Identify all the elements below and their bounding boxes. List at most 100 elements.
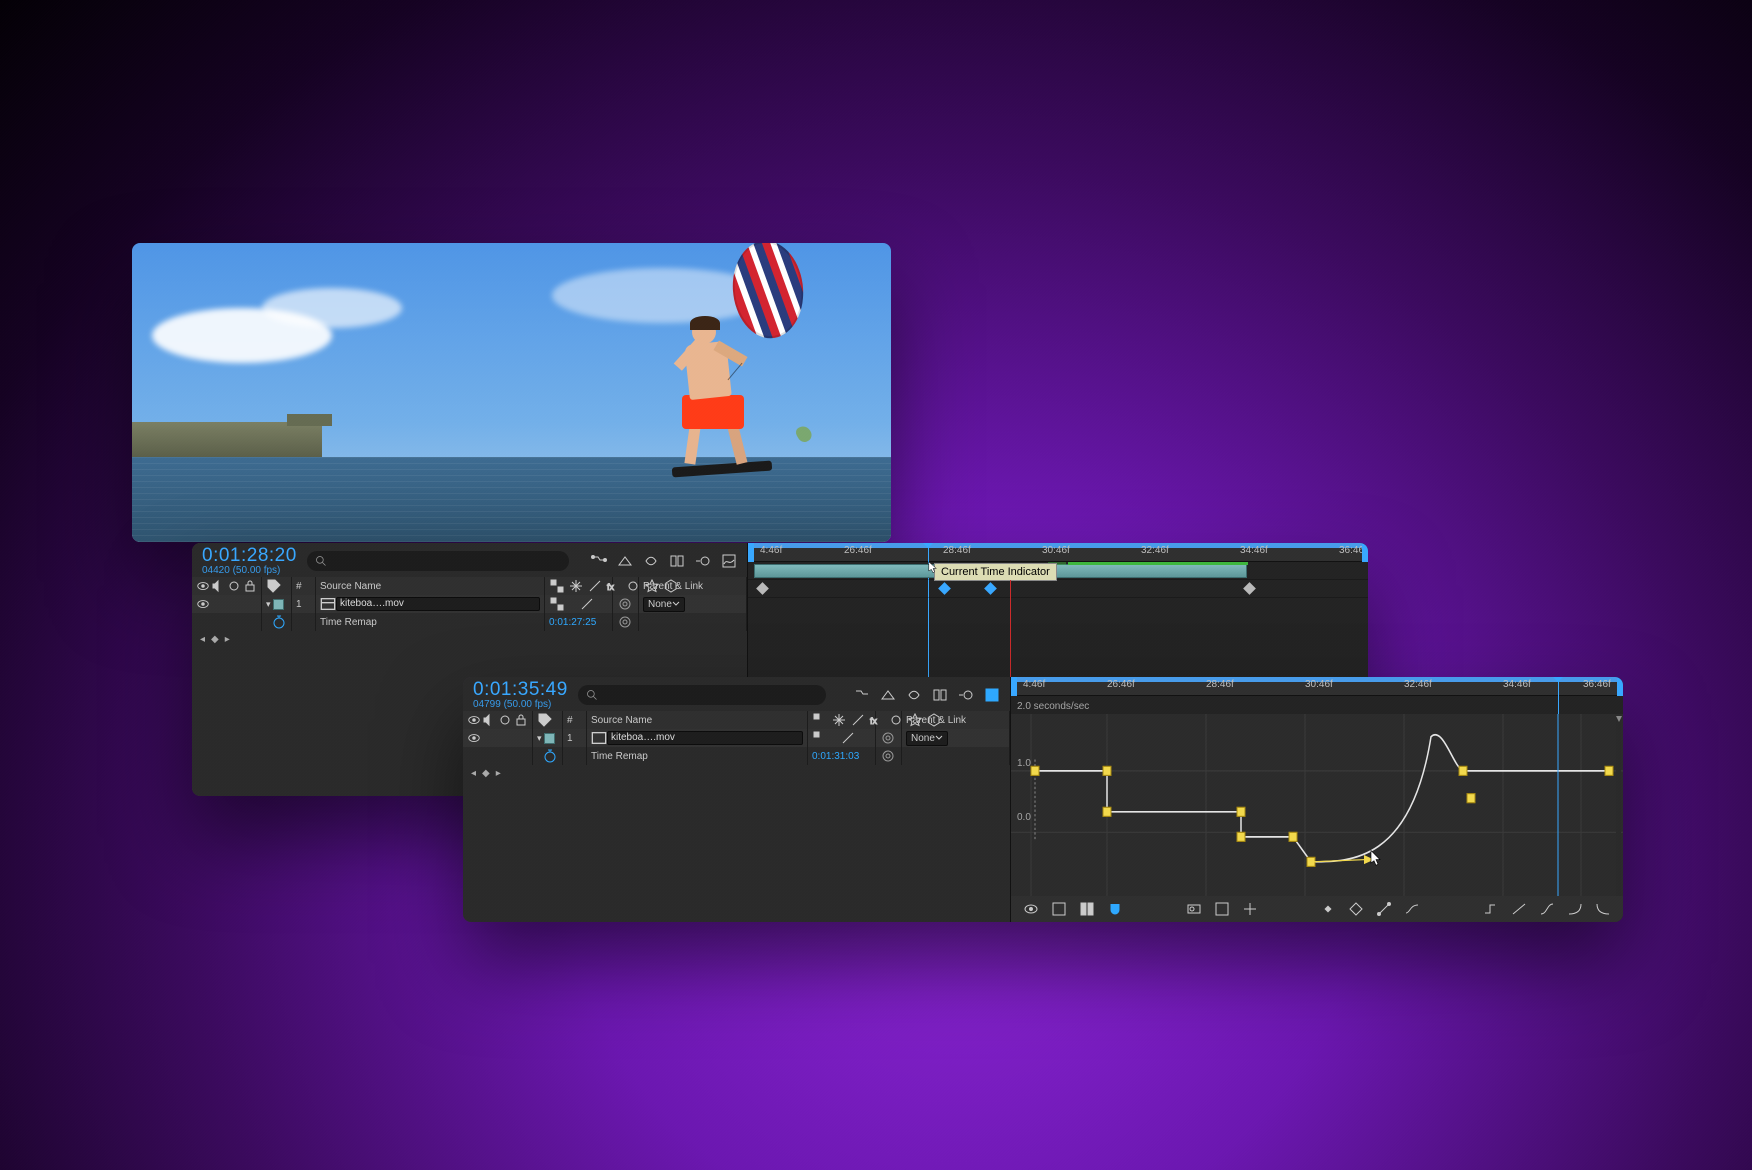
layer-row[interactable]: ▾ 1 kiteboa….mov None (192, 595, 747, 613)
transform-box-icon[interactable] (1376, 901, 1392, 917)
linear-interp-icon[interactable] (1511, 901, 1527, 917)
ruler-tick: 26:46f (1107, 679, 1135, 690)
speaker-icon[interactable] (210, 578, 226, 594)
layer-visible-toggle[interactable] (467, 730, 481, 746)
hold-interp-icon[interactable] (1483, 901, 1499, 917)
show-props-icon[interactable] (1023, 901, 1039, 917)
ease-in-icon[interactable] (1567, 901, 1583, 917)
draft3d-icon[interactable] (880, 687, 896, 703)
pickwhip-icon[interactable] (617, 596, 633, 612)
prev-keyframe[interactable]: ◂ (471, 768, 476, 779)
solo-icon[interactable] (497, 712, 513, 728)
chevron-down-icon (672, 600, 680, 608)
layer-quality-icon[interactable] (840, 730, 856, 746)
easy-ease-icon[interactable] (1404, 901, 1420, 917)
ruler-tick: 34:46f (1503, 679, 1531, 690)
time-ruler[interactable]: 4:46f 26:46f 28:46f 30:46f 32:46f 34:46f… (1011, 677, 1623, 696)
col-number: # (296, 581, 302, 592)
graph-toolbar (1011, 896, 1623, 922)
layer-track[interactable]: Current Time Indicator (748, 562, 1368, 580)
comp-flowchart-icon[interactable] (854, 687, 870, 703)
bezier-interp-icon[interactable] (1539, 901, 1555, 917)
label-icon[interactable] (537, 712, 553, 728)
footage-icon (320, 596, 336, 612)
layer-search[interactable] (578, 685, 826, 705)
layer-mode-icon[interactable] (812, 730, 828, 746)
label-icon[interactable] (266, 578, 282, 594)
time-ruler[interactable]: 4:46f 26:46f 28:46f 30:46f 32:46f 34:46f… (748, 543, 1368, 562)
layer-mode-normal-icon[interactable] (549, 596, 565, 612)
snap-icon[interactable] (1107, 901, 1123, 917)
next-keyframe[interactable]: ▸ (225, 634, 230, 645)
auto-zoom-icon[interactable] (1242, 901, 1258, 917)
keyframe-selected[interactable] (938, 582, 951, 595)
add-keyframe[interactable]: ◆ (211, 634, 219, 645)
comp-flowchart-icon[interactable] (591, 553, 607, 569)
link-icon[interactable] (880, 748, 896, 764)
property-row[interactable]: Time Remap 0:01:27:25 (192, 613, 747, 631)
add-keyframe[interactable]: ◆ (482, 768, 490, 779)
property-value[interactable]: 0:01:31:03 (812, 751, 859, 762)
property-row[interactable]: Time Remap 0:01:31:03 (463, 747, 1010, 765)
graph-editor-icon[interactable] (721, 553, 737, 569)
property-value[interactable]: 0:01:27:25 (549, 617, 596, 628)
layer-color[interactable] (273, 599, 284, 610)
keyframe-nav: ◂ ◆ ▸ (192, 631, 747, 648)
ruler-tick: 28:46f (943, 545, 971, 556)
composition-preview (132, 243, 891, 542)
current-timecode[interactable]: 0:01:28:20 (202, 546, 297, 565)
motion-blur-icon[interactable] (958, 687, 974, 703)
separate-dims-icon[interactable] (1320, 901, 1336, 917)
mode-icon (549, 578, 565, 594)
frame-blend-icon[interactable] (669, 553, 685, 569)
graph-editor[interactable]: 1.0 0.0 (1011, 714, 1623, 896)
edit-keys-icon[interactable] (1348, 901, 1364, 917)
fit-selection-icon[interactable] (1214, 901, 1230, 917)
speaker-icon[interactable] (481, 712, 497, 728)
layer-name[interactable]: kiteboa….mov (607, 731, 803, 745)
property-track[interactable] (748, 580, 1368, 598)
frame-blend-icon[interactable] (932, 687, 948, 703)
parent-dropdown[interactable]: None (643, 597, 685, 612)
eye-icon[interactable] (196, 578, 210, 594)
lock-icon[interactable] (242, 578, 258, 594)
layer-row[interactable]: ▾ 1 kiteboa….mov None (463, 729, 1010, 747)
solo-icon[interactable] (226, 578, 242, 594)
graph-editor-icon[interactable] (984, 687, 1000, 703)
layer-twirl[interactable]: ▾ (266, 599, 271, 610)
shy-icon[interactable] (906, 687, 922, 703)
stopwatch-icon[interactable] (542, 748, 558, 764)
motion-blur-icon[interactable] (695, 553, 711, 569)
graph-options-icon[interactable] (1051, 901, 1067, 917)
draft3d-icon[interactable] (617, 553, 633, 569)
ruler-tick: 32:46f (1141, 545, 1169, 556)
layer-index: 1 (296, 599, 302, 610)
lock-icon[interactable] (513, 712, 529, 728)
ease-out-icon[interactable] (1595, 901, 1611, 917)
layer-color[interactable] (544, 733, 555, 744)
graph-pane: 4:46f 26:46f 28:46f 30:46f 32:46f 34:46f… (1011, 677, 1623, 922)
ruler-tick: 34:46f (1240, 545, 1268, 556)
shy-icon[interactable] (643, 553, 659, 569)
link-icon[interactable] (617, 614, 633, 630)
graph-dimensions-icon[interactable] (1079, 901, 1095, 917)
keyframe-selected[interactable] (984, 582, 997, 595)
col-source: Source Name (591, 715, 652, 726)
layer-search[interactable] (307, 551, 569, 571)
stopwatch-icon[interactable] (271, 614, 287, 630)
current-timecode[interactable]: 0:01:35:49 (473, 680, 568, 699)
switches-asterisk-icon (831, 712, 847, 728)
next-keyframe[interactable]: ▸ (496, 768, 501, 779)
eye-icon[interactable] (467, 712, 481, 728)
layer-quality-icon[interactable] (579, 596, 595, 612)
keyframe[interactable] (756, 582, 769, 595)
pickwhip-icon[interactable] (880, 730, 896, 746)
graph-ytick: 1.0 (1017, 758, 1031, 769)
parent-dropdown[interactable]: None (906, 731, 948, 746)
layer-visible-toggle[interactable] (196, 596, 210, 612)
keyframe[interactable] (1243, 582, 1256, 595)
layer-twirl[interactable]: ▾ (537, 733, 542, 744)
fit-all-icon[interactable] (1186, 901, 1202, 917)
prev-keyframe[interactable]: ◂ (200, 634, 205, 645)
layer-name[interactable]: kiteboa….mov (336, 597, 540, 611)
